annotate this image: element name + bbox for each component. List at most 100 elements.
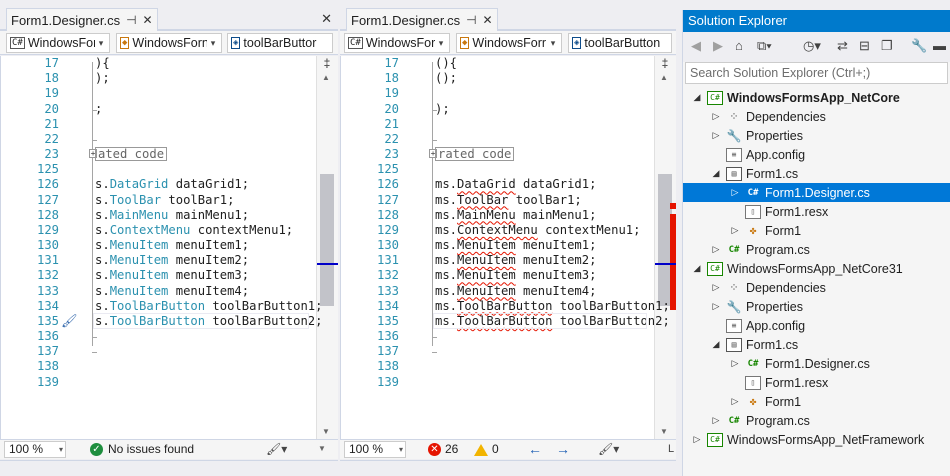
expanded-arrow-icon[interactable]: ◢ xyxy=(691,92,703,103)
switch-views-icon[interactable]: ⧉▾ xyxy=(757,38,772,54)
split-icon[interactable]: ‡ xyxy=(320,56,334,70)
scroll-thumb[interactable] xyxy=(320,174,334,306)
scroll-down-icon[interactable]: ▼ xyxy=(322,427,330,436)
member-dropdown[interactable]: ◈ toolBarButtor xyxy=(227,33,333,53)
type-dropdown[interactable]: ◆ WindowsForr ▾ xyxy=(456,33,562,53)
split-icon[interactable]: ‡ xyxy=(658,56,672,70)
close-tab-icon[interactable]: ✕ xyxy=(143,13,153,27)
collapsed-arrow-icon[interactable]: ▷ xyxy=(710,301,722,312)
tree-node[interactable]: ◢ ▤ Form1.cs xyxy=(683,335,950,354)
project-dropdown[interactable]: C# WindowsForn ▾ xyxy=(6,33,110,53)
tree-node[interactable]: ▷ 🔧 Properties xyxy=(683,297,950,316)
right-vertical-scrollbar[interactable]: ‡ ▲ ▼ xyxy=(654,56,676,439)
tree-node-label: App.config xyxy=(746,318,806,333)
close-tab-icon[interactable]: ✕ xyxy=(483,13,493,27)
previous-issue-icon[interactable]: ← xyxy=(528,441,542,457)
right-code-editor[interactable]: ‡ ▲ ▼ 17(){18 (); 19 20); 21 22 23 + rated code 1… xyxy=(340,56,676,439)
tree-node[interactable]: ▷ ⁘ Dependencies xyxy=(683,107,950,126)
code-line: 20); xyxy=(341,102,651,117)
type-name: MainMenu xyxy=(109,207,169,222)
left-vertical-scrollbar[interactable]: ‡ ▲ ▼ xyxy=(316,56,338,439)
project-dropdown[interactable]: C# WindowsForr ▾ xyxy=(344,33,450,53)
tree-node[interactable]: ◢ C# WindowsFormsApp_NetCore xyxy=(683,88,950,107)
tree-node[interactable]: ▷ C# Form1.Designer.cs xyxy=(683,354,950,373)
collapsed-arrow-icon[interactable]: ▷ xyxy=(710,111,722,122)
scroll-down-icon[interactable]: ▼ xyxy=(660,427,668,436)
line-number: 17 xyxy=(44,56,59,70)
type-dropdown[interactable]: ◆ WindowsForn ▾ xyxy=(116,33,222,53)
collapsed-arrow-icon[interactable]: ▷ xyxy=(729,396,741,407)
sync-icon[interactable]: ⇄ xyxy=(837,38,848,54)
line-number: 18 xyxy=(384,71,399,86)
issues-indicator[interactable]: ✓ No issues found xyxy=(90,442,194,456)
code-cleanup-icon[interactable]: 🖌▾ xyxy=(266,442,287,456)
expanded-arrow-icon[interactable]: ◢ xyxy=(710,168,722,179)
scroll-down-icon[interactable]: ▼ xyxy=(318,444,326,453)
tree-node[interactable]: ▷ C# Program.cs xyxy=(683,411,950,430)
error-count-indicator[interactable]: ✕ 26 xyxy=(428,442,458,456)
collapsed-region[interactable]: ated code xyxy=(95,147,168,162)
scroll-up-icon[interactable]: ▲ xyxy=(322,73,330,82)
tree-node[interactable]: ◢ ▤ Form1.cs xyxy=(683,164,950,183)
tree-node[interactable]: ▷ C# Form1.Designer.cs xyxy=(683,183,950,202)
quick-action-brush-icon[interactable]: 🖌 xyxy=(61,313,78,329)
tree-node[interactable]: ▷ C# WindowsFormsApp_NetFramework xyxy=(683,430,950,449)
tree-node-label: WindowsFormsApp_NetCore xyxy=(727,90,900,105)
back-icon[interactable]: ◀ xyxy=(691,38,701,54)
tree-node[interactable]: ≡ App.config xyxy=(683,316,950,335)
tree-node[interactable]: ▷ ⁘ Dependencies xyxy=(683,278,950,297)
current-line-highlight xyxy=(433,312,647,329)
show-all-files-icon[interactable]: ❐ xyxy=(881,38,893,54)
line-number: 23 xyxy=(384,147,399,162)
collapse-all-icon[interactable]: ⊟ xyxy=(859,38,870,54)
tree-node-label: Form1.Designer.cs xyxy=(765,185,870,200)
tree-node[interactable]: ▷ ✤ Form1 xyxy=(683,392,950,411)
code-line: 127 s.ToolBar toolBar1; xyxy=(1,193,311,208)
pending-changes-icon[interactable]: ◷▾ xyxy=(803,38,821,54)
collapsed-region[interactable]: rated code xyxy=(435,147,515,162)
collapsed-arrow-icon[interactable]: ▷ xyxy=(710,244,722,255)
zoom-dropdown[interactable]: 100 % ▾ xyxy=(344,441,406,458)
pin-icon[interactable]: ⊣ xyxy=(466,13,476,27)
line-number: 19 xyxy=(44,86,59,101)
preview-icon[interactable]: ▬ xyxy=(933,38,946,53)
scroll-up-icon[interactable]: ▲ xyxy=(660,73,668,82)
tree-node[interactable]: ▷ C# Program.cs xyxy=(683,240,950,259)
warning-count-indicator[interactable]: 0 xyxy=(474,442,499,456)
collapsed-arrow-icon[interactable]: ▷ xyxy=(691,434,703,445)
tree-node-label: WindowsFormsApp_NetFramework xyxy=(727,432,925,447)
next-issue-icon[interactable]: → xyxy=(556,441,570,457)
member-dropdown[interactable]: ◈ toolBarButton xyxy=(568,33,672,53)
collapsed-arrow-icon[interactable]: ▷ xyxy=(729,187,741,198)
tree-node[interactable]: ◢ C# WindowsFormsApp_NetCore31 xyxy=(683,259,950,278)
tree-node[interactable]: ▷ 🔧 Properties xyxy=(683,126,950,145)
dependencies-icon: ⁘ xyxy=(729,110,739,123)
left-code-editor[interactable]: ‡ ▲ ▼ 17){18); 19 20; 21 22 23 + ated code 125 12… xyxy=(0,56,338,439)
collapsed-arrow-icon[interactable]: ▷ xyxy=(710,282,722,293)
expanded-arrow-icon[interactable]: ◢ xyxy=(710,339,722,350)
type-name: ToolBar xyxy=(457,192,509,207)
error-marker[interactable] xyxy=(670,203,676,209)
error-marker[interactable] xyxy=(670,214,676,310)
tree-node[interactable]: ▷ ✤ Form1 xyxy=(683,221,950,240)
solution-search-input[interactable]: Search Solution Explorer (Ctrl+;) xyxy=(685,62,948,84)
collapsed-arrow-icon[interactable]: ▷ xyxy=(710,415,722,426)
collapsed-arrow-icon[interactable]: ▷ xyxy=(729,225,741,236)
line-number: 128 xyxy=(36,207,59,222)
expanded-arrow-icon[interactable]: ◢ xyxy=(691,263,703,274)
properties-icon[interactable]: 🔧 xyxy=(911,38,927,54)
collapsed-arrow-icon[interactable]: ▷ xyxy=(729,358,741,369)
forward-icon[interactable]: ▶ xyxy=(713,38,723,54)
code-cleanup-icon[interactable]: 🖌▾ xyxy=(598,442,619,456)
home-icon[interactable]: ⌂ xyxy=(735,38,743,53)
member-declaration: menuItem3; xyxy=(168,268,250,283)
zoom-dropdown[interactable]: 100 % ▾ xyxy=(4,441,66,458)
right-document-tab[interactable]: Form1.Designer.cs ⊣ ✕ xyxy=(346,8,498,31)
collapsed-arrow-icon[interactable]: ▷ xyxy=(710,130,722,141)
left-document-tab[interactable]: Form1.Designer.cs ⊣ ✕ xyxy=(6,8,158,31)
tree-node[interactable]: ≡ App.config xyxy=(683,145,950,164)
tree-node[interactable]: ▯ Form1.resx xyxy=(683,373,950,392)
tree-node[interactable]: ▯ Form1.resx xyxy=(683,202,950,221)
pin-icon[interactable]: ⊣ xyxy=(126,13,136,27)
close-icon[interactable]: ✕ xyxy=(321,11,332,27)
